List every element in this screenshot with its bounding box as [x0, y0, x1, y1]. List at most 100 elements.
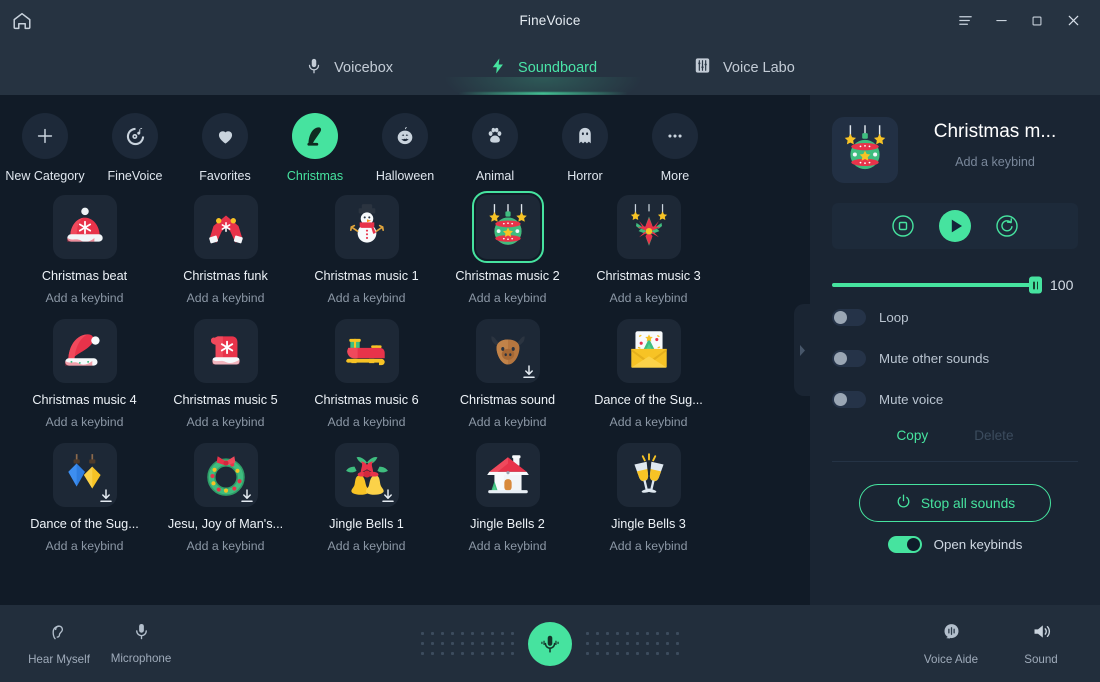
toggle-mute-voice-row: Mute voice: [832, 383, 1078, 416]
content-area: New Category FineVoice Favorites Christm…: [0, 95, 1100, 605]
bauble-icon: [832, 117, 898, 183]
category-label: Christmas: [286, 169, 344, 183]
category-label: Favorites: [199, 169, 251, 183]
tab-voicebox[interactable]: Voicebox: [305, 41, 393, 95]
sound-tile[interactable]: Jingle Bells 2 Add a keybind: [437, 443, 578, 553]
sound-label: Sound: [1024, 653, 1058, 666]
bottom-toolbar: Hear Myself Microphone Voice Aide Sound: [0, 605, 1100, 682]
replay-button[interactable]: [994, 213, 1020, 239]
category-label: More: [660, 169, 690, 183]
volume-slider[interactable]: 100: [832, 276, 1078, 294]
sound-tile[interactable]: Christmas funk Add a keybind: [155, 195, 296, 305]
hamburger-menu-icon[interactable]: [948, 0, 982, 41]
sound-tile[interactable]: Jingle Bells 3 Add a keybind: [578, 443, 719, 553]
panel-sound-title: Christmas m...: [933, 121, 1057, 142]
category-halloween[interactable]: Halloween: [360, 113, 450, 183]
champagne-icon: [616, 443, 681, 507]
play-button[interactable]: [938, 209, 972, 243]
sound-keybind[interactable]: Add a keybind: [469, 291, 547, 305]
category-finevoice[interactable]: FineVoice: [90, 113, 180, 183]
download-icon[interactable]: [521, 364, 537, 380]
toggle-open-keybinds[interactable]: [887, 536, 922, 553]
sound-button[interactable]: Sound: [1000, 621, 1082, 666]
sound-tile[interactable]: Christmas music 5 Add a keybind: [155, 319, 296, 429]
sound-name: Jingle Bells 2: [470, 517, 545, 531]
wreath-icon: [193, 443, 258, 507]
finevoice-window: FineVoice Voicebox Soundboard Voice Labo…: [0, 0, 1100, 682]
download-icon[interactable]: [239, 488, 255, 504]
home-icon[interactable]: [0, 0, 44, 41]
stop-all-sounds-button[interactable]: Stop all sounds: [859, 484, 1051, 522]
sound-keybind[interactable]: Add a keybind: [187, 415, 265, 429]
sound-name: Jingle Bells 3: [611, 517, 686, 531]
panel-header: Christmas m... Add a keybind: [832, 117, 1078, 183]
download-icon[interactable]: [380, 488, 396, 504]
sound-name: Christmas sound: [459, 393, 556, 407]
toggle-mute-other-sounds[interactable]: [832, 350, 866, 367]
tab-voice-labo[interactable]: Voice Labo: [693, 41, 795, 95]
sound-tile[interactable]: Dance of the Sug... Add a keybind: [14, 443, 155, 553]
mic-toggle-button[interactable]: [528, 621, 572, 666]
category-more[interactable]: More: [630, 113, 720, 183]
volume-track[interactable]: [832, 276, 1042, 294]
category-animal[interactable]: Animal: [450, 113, 540, 183]
sound-keybind[interactable]: Add a keybind: [610, 539, 688, 553]
sound-tile[interactable]: Jesu, Joy of Man's... Add a keybind: [155, 443, 296, 553]
sound-tile-selected[interactable]: Christmas music 2 Add a keybind: [437, 191, 578, 305]
sound-tile[interactable]: Christmas beat Add a keybind: [14, 195, 155, 305]
hear-myself-button[interactable]: Hear Myself: [18, 622, 100, 666]
pumpkin-icon: [382, 113, 428, 159]
copy-button[interactable]: Copy: [896, 428, 928, 443]
minimize-icon[interactable]: [984, 0, 1018, 41]
sound-keybind[interactable]: Add a keybind: [46, 415, 124, 429]
sound-tile[interactable]: Christmas sound Add a keybind: [437, 319, 578, 429]
stop-all-sounds-label: Stop all sounds: [920, 495, 1016, 511]
bauble-icon: [471, 191, 544, 263]
sound-keybind[interactable]: Add a keybind: [469, 415, 547, 429]
stop-button[interactable]: [890, 213, 916, 239]
sound-detail-panel: Christmas m... Add a keybind 100 Loop Mu…: [810, 95, 1100, 605]
category-horror[interactable]: Horror: [540, 113, 630, 183]
sound-tile[interactable]: Jingle Bells 1 Add a keybind: [296, 443, 437, 553]
sound-tile[interactable]: Christmas music 1 Add a keybind: [296, 195, 437, 305]
sound-keybind[interactable]: Add a keybind: [610, 415, 688, 429]
sound-name: Christmas funk: [183, 269, 268, 283]
panel-keybind[interactable]: Add a keybind: [912, 155, 1078, 169]
sound-keybind[interactable]: Add a keybind: [187, 539, 265, 553]
maximize-icon[interactable]: [1020, 0, 1054, 41]
heart-icon: [202, 113, 248, 159]
sound-tile[interactable]: Christmas music 6 Add a keybind: [296, 319, 437, 429]
tab-soundboard[interactable]: Soundboard: [443, 41, 644, 111]
panel-collapse-handle[interactable]: [794, 304, 810, 396]
sound-keybind[interactable]: Add a keybind: [328, 539, 406, 553]
sound-keybind[interactable]: Add a keybind: [46, 539, 124, 553]
category-favorites[interactable]: Favorites: [180, 113, 270, 183]
sound-keybind[interactable]: Add a keybind: [328, 291, 406, 305]
sound-tile[interactable]: Christmas music 4 Add a keybind: [14, 319, 155, 429]
microphone-button[interactable]: Microphone: [100, 622, 182, 665]
sound-keybind[interactable]: Add a keybind: [46, 291, 124, 305]
hear-myself-label: Hear Myself: [28, 652, 90, 666]
santa-hat-snowflake-icon: [52, 195, 117, 259]
sound-keybind[interactable]: Add a keybind: [610, 291, 688, 305]
soundboard-main: New Category FineVoice Favorites Christm…: [0, 95, 810, 605]
sound-name: Christmas music 3: [596, 269, 701, 283]
toggle-loop-row: Loop: [832, 301, 1078, 334]
sound-tile[interactable]: Dance of the Sug... Add a keybind: [578, 319, 719, 429]
toggle-mute-voice[interactable]: [832, 391, 866, 408]
sound-keybind[interactable]: Add a keybind: [328, 415, 406, 429]
close-icon[interactable]: [1056, 0, 1090, 41]
download-icon[interactable]: [98, 488, 114, 504]
category-new-category[interactable]: New Category: [0, 113, 90, 183]
lightning-bolt-icon: [489, 56, 507, 81]
microphone-icon: [305, 57, 323, 80]
sound-keybind[interactable]: Add a keybind: [187, 291, 265, 305]
toggle-loop[interactable]: [832, 309, 866, 326]
category-christmas[interactable]: Christmas: [270, 113, 360, 183]
sound-tile[interactable]: Christmas music 3 Add a keybind: [578, 195, 719, 305]
voice-aide-button[interactable]: Voice Aide: [910, 621, 992, 666]
mitten-icon: [193, 319, 258, 383]
category-label: Animal: [475, 169, 515, 183]
sound-keybind[interactable]: Add a keybind: [469, 539, 547, 553]
volume-handle[interactable]: [1029, 276, 1042, 294]
